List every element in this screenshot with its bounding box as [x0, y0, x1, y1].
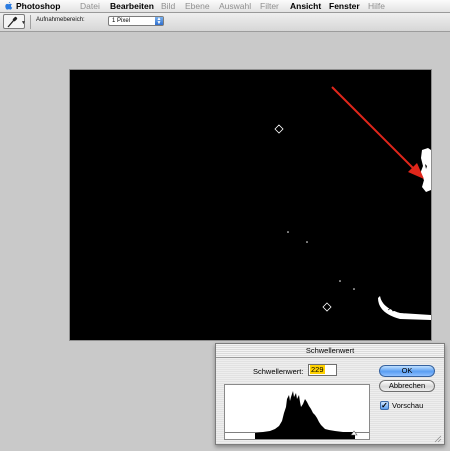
- histogram[interactable]: [224, 384, 370, 440]
- menu-auswahl[interactable]: Auswahl: [219, 0, 251, 12]
- histogram-graph: [225, 391, 369, 439]
- threshold-input[interactable]: 229: [308, 364, 337, 376]
- toolbar-separator: [30, 15, 31, 29]
- threshold-dialog: Schwellenwert Schwellenwert: 229 OK Abbr…: [215, 343, 445, 445]
- cancel-button[interactable]: Abbrechen: [379, 380, 435, 392]
- threshold-value: 229: [310, 365, 325, 374]
- menu-fenster[interactable]: Fenster: [329, 0, 360, 12]
- options-bar: ▼ Aufnahmebereich: 1 Pixel ▲ ▼: [0, 13, 450, 32]
- menu-filter[interactable]: Filter: [260, 0, 279, 12]
- menu-ebene[interactable]: Ebene: [185, 0, 210, 12]
- eyedropper-icon: [7, 16, 18, 28]
- preview-checkbox[interactable]: ✓: [380, 401, 389, 410]
- menu-photoshop[interactable]: Photoshop: [16, 0, 60, 12]
- menu-hilfe[interactable]: Hilfe: [368, 0, 385, 12]
- dialog-title[interactable]: Schwellenwert: [216, 344, 444, 358]
- apple-menu-icon[interactable]: [4, 0, 13, 12]
- menu-bar: Photoshop Datei Bearbeiten Bild Ebene Au…: [0, 0, 450, 13]
- menu-datei[interactable]: Datei: [80, 0, 100, 12]
- threshold-preview-image: [274, 86, 431, 320]
- sample-size-value: 1 Pixel: [112, 18, 131, 24]
- select-arrows-icon: ▲ ▼: [155, 16, 163, 26]
- preview-label[interactable]: Vorschau: [392, 401, 423, 410]
- menu-ansicht[interactable]: Ansicht: [290, 0, 321, 12]
- chevron-down-icon: ▼: [21, 20, 26, 26]
- dialog-body: Schwellenwert: 229 OK Abbrechen ✓ Vorsch…: [216, 358, 444, 444]
- resize-grip-icon[interactable]: [434, 435, 442, 443]
- document-canvas[interactable]: [69, 69, 432, 341]
- threshold-label: Schwellenwert:: [253, 367, 304, 376]
- sample-size-label: Aufnahmebereich:: [36, 17, 85, 23]
- tool-preset-picker[interactable]: ▼: [3, 14, 26, 29]
- menu-bild[interactable]: Bild: [161, 0, 175, 12]
- ok-button[interactable]: OK: [379, 365, 435, 377]
- sample-size-select[interactable]: 1 Pixel ▲ ▼: [108, 16, 164, 26]
- menu-bearbeiten[interactable]: Bearbeiten: [110, 0, 154, 12]
